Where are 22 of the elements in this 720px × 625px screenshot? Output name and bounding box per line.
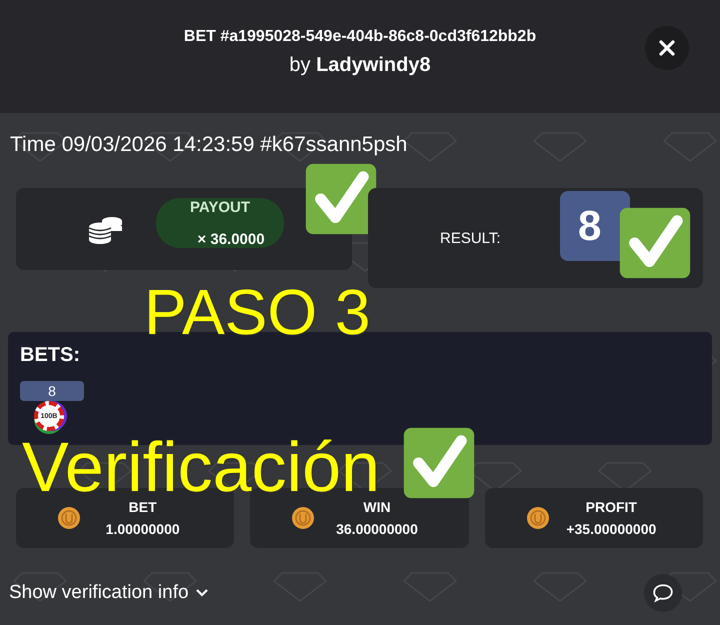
- close-button[interactable]: [645, 26, 689, 70]
- chevron-icon: [194, 588, 209, 598]
- stat-label: PROFIT: [584, 498, 638, 517]
- stat-value: 1.00000000: [104, 520, 181, 539]
- chat-button[interactable]: [644, 574, 682, 612]
- result-label: RESULT:: [440, 230, 501, 246]
- speech-bubble-icon: [652, 583, 674, 603]
- coin-icon: [526, 506, 550, 530]
- annotation-text: PASO 3: [144, 279, 370, 345]
- payout-value: × 36.0000: [197, 230, 265, 248]
- stat-value: 36.00000000: [335, 520, 419, 539]
- bet-number: 8: [20, 381, 84, 401]
- time-text: Time 09/03/2026 14:23:59 #k67ssann5psh: [9, 132, 408, 158]
- author-line: by Ladywindy8: [289, 54, 431, 77]
- verification-link[interactable]: Show verification info: [9, 582, 209, 604]
- coin-icon: [291, 506, 316, 530]
- stat-value: +35.00000000: [565, 520, 658, 539]
- coin-icon: [57, 506, 81, 530]
- payout-label: PAYOUT: [190, 198, 250, 216]
- bet-title: BET #a1995028-549e-404b-86c8-0cd3f612bb2b: [184, 28, 536, 46]
- bets-title: BETS:: [20, 344, 81, 367]
- close-icon: [657, 38, 677, 58]
